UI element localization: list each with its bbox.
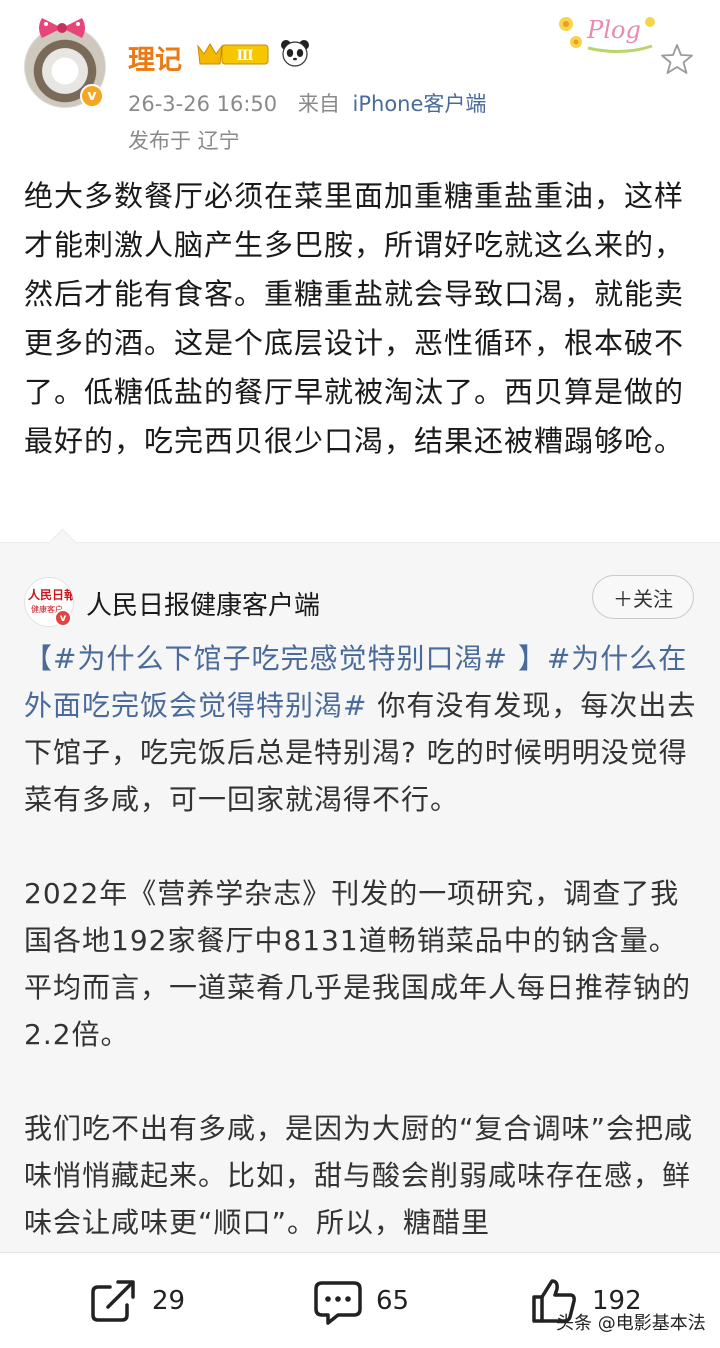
post-header: v 理记 Ⅲ 26-3-26 16:50 来自 iPhone客户端 发布于 辽宁…: [0, 0, 720, 160]
comment-count: 65: [376, 1286, 410, 1316]
plog-text: Plog: [586, 16, 641, 44]
post-location: 发布于 辽宁: [128, 129, 240, 153]
hashtag-link[interactable]: 【#为什么下馆子吃完感觉特别口渴# 】: [24, 642, 547, 675]
retweet-paragraph-1: 【#为什么下馆子吃完感觉特别口渴# 】#为什么在外面吃完饭会觉得特别渴# 你有没…: [24, 635, 700, 823]
retweet-card[interactable]: 人民日報 健康客户 v 人民日报健康客户端 ＋关注 【#为什么下馆子吃完感觉特别…: [0, 528, 720, 1253]
source-client[interactable]: iPhone客户端: [353, 92, 487, 116]
retweet-paragraph-2: 2022年《营养学杂志》刊发的一项研究，调查了我国各地192家餐厅中8131道畅…: [24, 877, 692, 1051]
verified-icon: v: [80, 84, 104, 108]
repost-count: 29: [152, 1286, 186, 1316]
retweet-notch: [47, 528, 78, 559]
watermark: 头条 @电影基本法: [556, 1313, 706, 1334]
post-time: 26-3-26 16:50: [128, 92, 278, 116]
source-prefix: 来自: [297, 92, 340, 116]
repost-icon: [91, 1280, 135, 1322]
follow-button[interactable]: ＋关注: [592, 575, 694, 619]
retweet-verified-icon: v: [54, 609, 72, 627]
comment-icon: [314, 1281, 362, 1325]
favorite-star-icon[interactable]: [660, 42, 694, 76]
panda-icon: [281, 40, 309, 67]
post-text: 绝大多数餐厅必须在菜里面加重糖重盐重油，这样才能刺激人脑产生多巴胺，所谓好吃就这…: [24, 179, 685, 458]
comment-button[interactable]: 65: [312, 1281, 410, 1325]
author-name[interactable]: 理记: [128, 38, 182, 77]
retweet-paragraph-3: 我们吃不出有多咸，是因为大厨的“复合调味”会把咸味悄悄藏起来。比如，甜与酸会削弱…: [24, 1112, 694, 1239]
repost-button[interactable]: 29: [88, 1280, 186, 1322]
retweet-author-name[interactable]: 人民日报健康客户端: [86, 585, 320, 622]
level-badge-icon: Ⅲ: [197, 43, 269, 65]
author-avatar[interactable]: v: [24, 16, 108, 108]
bow-icon: [39, 18, 85, 38]
logo-text: 人民日報: [28, 588, 74, 602]
post-meta: 26-3-26 16:50 来自 iPhone客户端: [128, 88, 486, 118]
retweet-text: 【#为什么下馆子吃完感觉特别口渴# 】#为什么在外面吃完饭会觉得特别渴# 你有没…: [24, 635, 700, 1293]
plog-sticker-icon: Plog: [559, 16, 655, 54]
level-badge-text: Ⅲ: [236, 48, 253, 64]
